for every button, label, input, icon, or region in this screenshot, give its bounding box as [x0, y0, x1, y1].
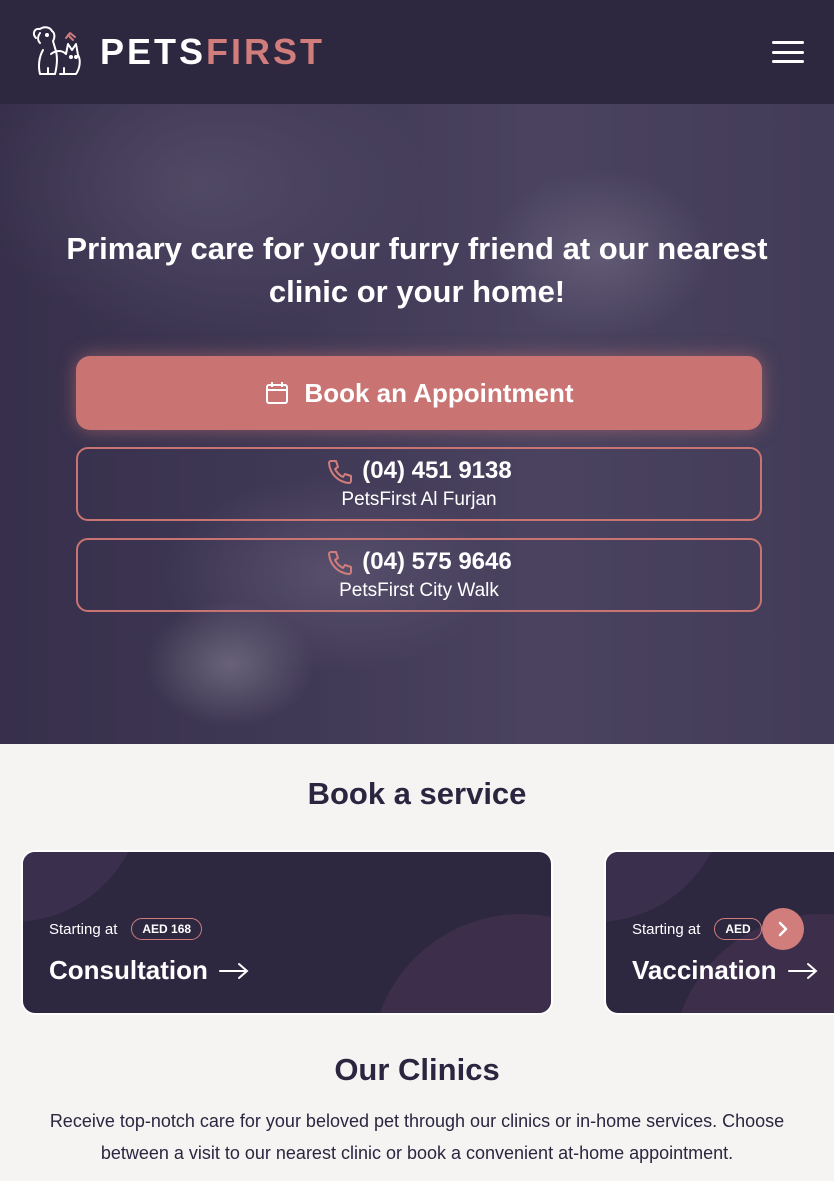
hero-title: Primary care for your furry friend at ou… — [66, 231, 768, 309]
phone-icon — [328, 460, 353, 484]
price-badge: AED 168 — [131, 918, 203, 940]
chevron-right-icon — [778, 921, 788, 937]
phone-icon — [328, 551, 353, 575]
service-name: Vaccination — [632, 955, 777, 985]
brand-name-part2: FIRST — [206, 31, 326, 72]
carousel-next-button[interactable] — [762, 908, 804, 950]
menu-line — [772, 50, 804, 54]
dog-cat-logo-icon — [32, 26, 81, 75]
clinic-name: PetsFirst Al Furjan — [341, 489, 497, 510]
clinics-title: Our Clinics — [334, 1052, 500, 1087]
phone-number: (04) 575 9646 — [362, 548, 512, 575]
calendar-icon — [266, 382, 289, 404]
price-badge: AED — [714, 918, 762, 940]
phone-button-al-furjan[interactable]: (04) 451 9138 PetsFirst Al Furjan — [76, 447, 762, 521]
site-header: PETSFIRST — [0, 0, 834, 104]
clinic-name: PetsFirst City Walk — [339, 580, 499, 601]
hero-section: Primary care for your furry friend at ou… — [0, 104, 834, 744]
clinics-description: Receive top-notch care for your beloved … — [49, 1111, 785, 1163]
book-appointment-label: Book an Appointment — [304, 377, 574, 408]
services-title: Book a service — [307, 776, 527, 811]
menu-line — [772, 60, 804, 63]
hamburger-menu-icon[interactable] — [770, 37, 806, 67]
brand-logo[interactable]: PETSFIRST — [28, 24, 325, 80]
arrow-right-icon — [218, 962, 249, 979]
starting-at-label: Starting at — [632, 920, 701, 938]
service-card-consultation[interactable]: Starting at AED 168 Consultation — [21, 850, 553, 1015]
book-appointment-button[interactable]: Book an Appointment — [76, 356, 762, 430]
service-name: Consultation — [49, 955, 208, 985]
menu-line — [772, 41, 804, 44]
brand-name-part1: PETS — [100, 31, 207, 72]
phone-number: (04) 451 9138 — [362, 457, 512, 484]
starting-at-label: Starting at — [49, 920, 118, 938]
brand-name: PETSFIRST — [100, 34, 325, 70]
phone-button-city-walk[interactable]: (04) 575 9646 PetsFirst City Walk — [76, 538, 762, 612]
arrow-right-icon — [787, 962, 818, 979]
